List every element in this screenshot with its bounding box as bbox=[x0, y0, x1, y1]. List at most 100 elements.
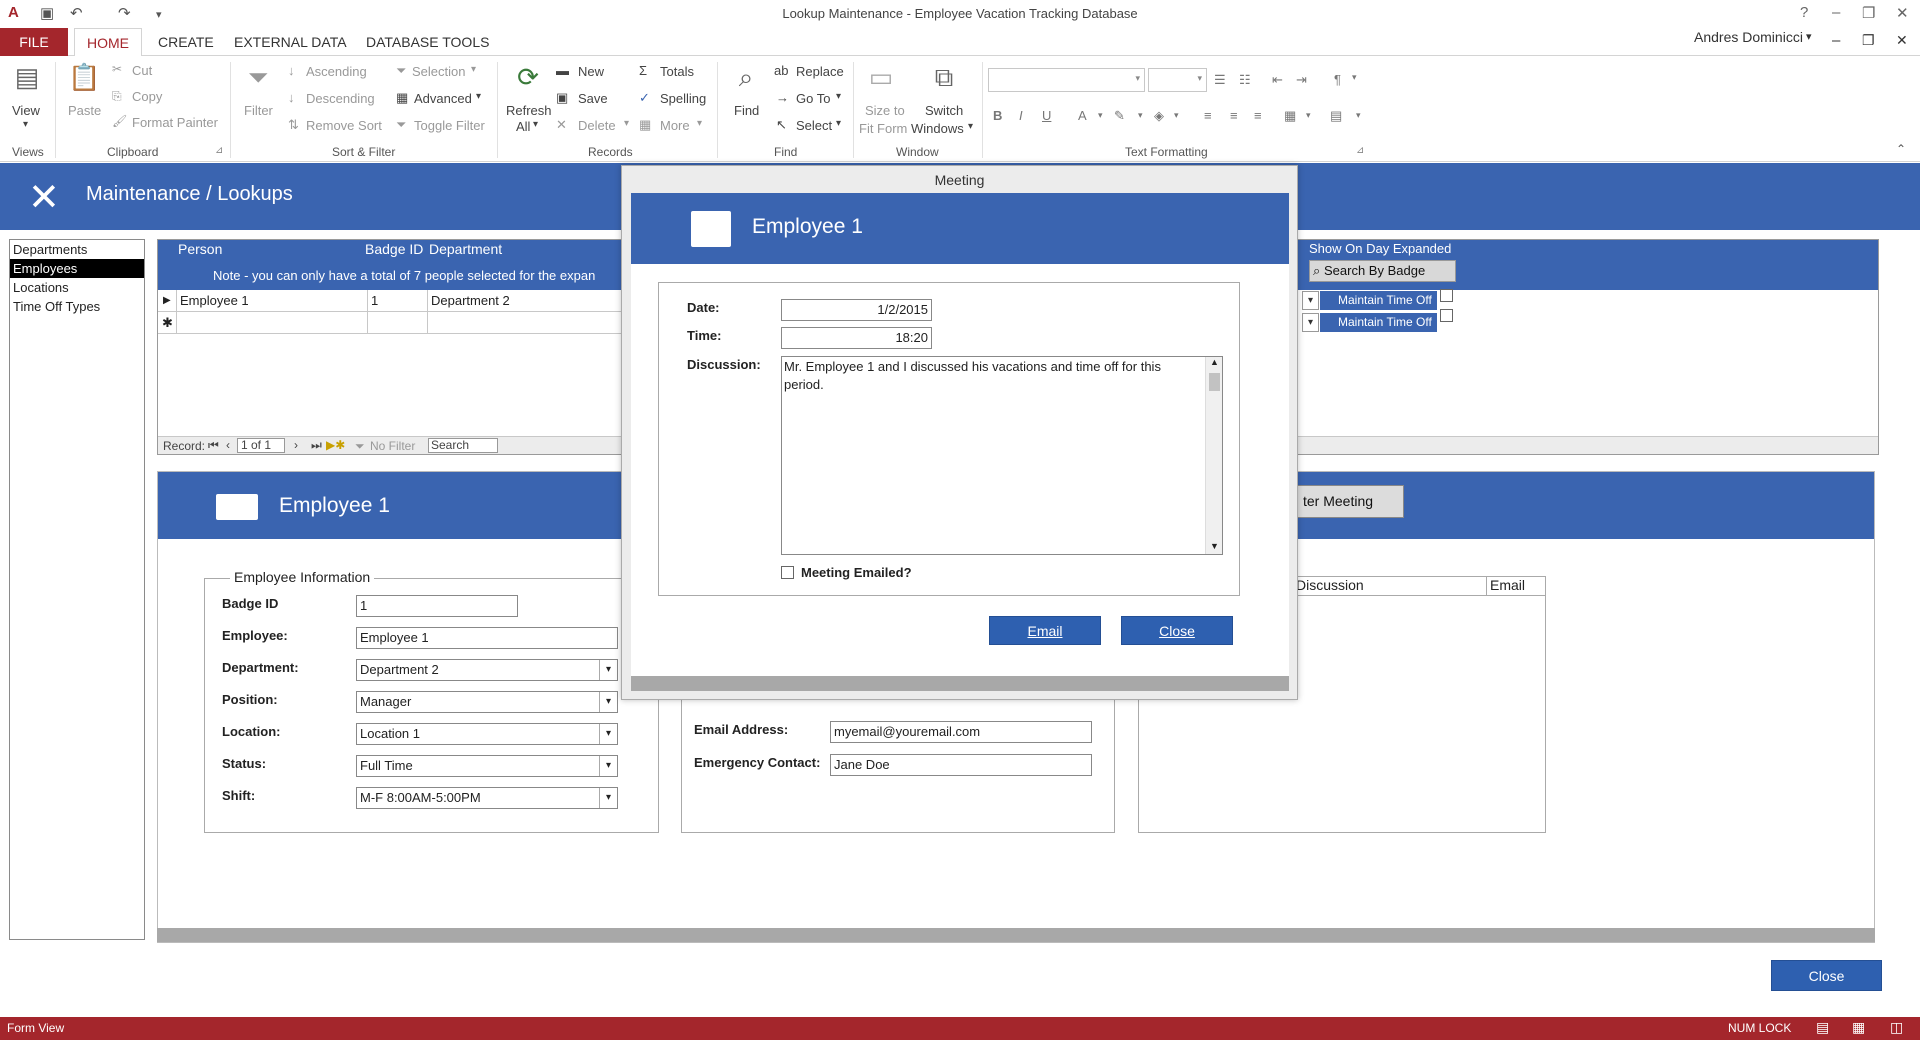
cell-badge[interactable]: 1 bbox=[368, 290, 428, 312]
more-dropdown-icon[interactable]: ▾ bbox=[697, 118, 702, 129]
highlight-dropdown-icon[interactable]: ▾ bbox=[1138, 110, 1143, 121]
fill-color-dropdown-icon[interactable]: ▾ bbox=[1174, 110, 1179, 121]
goto-dropdown-icon[interactable]: ▾ bbox=[836, 91, 841, 102]
minimize-icon[interactable]: – bbox=[1832, 4, 1840, 21]
doc-minimize-icon[interactable]: – bbox=[1832, 32, 1840, 49]
maintain-time-off-button[interactable]: Maintain Time Off bbox=[1320, 291, 1437, 310]
gridlines-dropdown-icon[interactable]: ▾ bbox=[1356, 110, 1361, 121]
copy-button[interactable]: Copy bbox=[132, 89, 162, 104]
delete-button[interactable]: Delete bbox=[578, 118, 616, 133]
cell-person[interactable]: Employee 1 bbox=[177, 290, 368, 312]
row-dropdown-icon[interactable]: ▾ bbox=[1302, 291, 1319, 310]
filter-button[interactable]: Filter bbox=[244, 103, 273, 118]
clipboard-launcher-icon[interactable]: ⊿ bbox=[215, 145, 223, 156]
status-select[interactable]: Full Time ▾ bbox=[356, 755, 618, 777]
refresh-all-dropdown-icon[interactable]: ▾ bbox=[533, 119, 538, 130]
tab-database-tools[interactable]: DATABASE TOOLS bbox=[354, 28, 501, 56]
font-color-button[interactable]: A bbox=[1078, 108, 1087, 123]
record-search-input[interactable]: Search bbox=[428, 438, 498, 453]
row-selector-icon[interactable]: ▶ bbox=[158, 290, 177, 312]
cell-person-new[interactable] bbox=[177, 312, 368, 334]
email-field[interactable]: myemail@youremail.com bbox=[830, 721, 1092, 743]
last-record-icon[interactable]: ⏭ bbox=[311, 438, 322, 453]
user-name[interactable]: Andres Dominicci bbox=[1694, 28, 1803, 46]
advanced-button[interactable]: Advanced bbox=[414, 91, 472, 106]
layout-view-icon[interactable]: ▦ bbox=[1852, 1019, 1865, 1036]
spelling-button[interactable]: Spelling bbox=[660, 91, 706, 106]
shift-select[interactable]: M-F 8:00AM-5:00PM ▾ bbox=[356, 787, 618, 809]
select-dropdown-icon[interactable]: ▾ bbox=[836, 118, 841, 129]
lookup-item-employees[interactable]: Employees bbox=[10, 259, 144, 278]
search-by-badge-button[interactable]: ⌕ Search By Badge bbox=[1309, 260, 1456, 282]
badge-id-field[interactable]: 1 bbox=[356, 595, 518, 617]
employee-name-field[interactable]: Employee 1 bbox=[356, 627, 618, 649]
no-filter-button[interactable]: No Filter bbox=[370, 439, 415, 453]
select-button[interactable]: Select bbox=[796, 118, 832, 133]
tab-external-data[interactable]: EXTERNAL DATA bbox=[222, 28, 359, 56]
paragraph-direction-dropdown-icon[interactable]: ▾ bbox=[1352, 72, 1357, 83]
cut-button[interactable]: Cut bbox=[132, 63, 152, 78]
more-button[interactable]: More bbox=[660, 118, 690, 133]
scroll-down-icon[interactable]: ▼ bbox=[1210, 541, 1219, 551]
row-dropdown-icon[interactable]: ▾ bbox=[1302, 313, 1319, 332]
highlight-icon[interactable]: ✎ bbox=[1114, 108, 1125, 124]
show-on-day-checkbox[interactable] bbox=[1440, 309, 1453, 322]
cell-badge-new[interactable] bbox=[368, 312, 428, 334]
find-button[interactable]: Find bbox=[734, 103, 759, 118]
advanced-dropdown-icon[interactable]: ▾ bbox=[476, 91, 481, 102]
next-record-icon[interactable]: › bbox=[294, 438, 298, 452]
paste-button[interactable]: Paste bbox=[68, 103, 101, 118]
close-form-button[interactable]: Close bbox=[1771, 960, 1882, 991]
bold-button[interactable]: B bbox=[993, 108, 1002, 123]
tab-file[interactable]: FILE bbox=[0, 28, 68, 56]
font-size-select[interactable]: ▾ bbox=[1148, 68, 1207, 92]
record-position[interactable]: 1 of 1 bbox=[237, 438, 285, 453]
underline-button[interactable]: U bbox=[1042, 108, 1051, 123]
align-center-icon[interactable]: ≡ bbox=[1230, 108, 1238, 123]
restore-icon[interactable]: ❐ bbox=[1862, 4, 1875, 22]
descending-button[interactable]: Descending bbox=[306, 91, 375, 106]
help-icon[interactable]: ? bbox=[1800, 4, 1808, 21]
indent-icon[interactable]: ⇥ bbox=[1296, 72, 1307, 88]
font-name-select[interactable]: ▾ bbox=[988, 68, 1145, 92]
new-record-button[interactable]: New bbox=[578, 64, 604, 79]
department-select[interactable]: Department 2 ▾ bbox=[356, 659, 618, 681]
paragraph-direction-icon[interactable]: ¶ bbox=[1334, 72, 1341, 87]
collapse-ribbon-icon[interactable]: ⌃ bbox=[1896, 142, 1906, 156]
format-painter-button[interactable]: Format Painter bbox=[132, 115, 218, 130]
text-formatting-launcher-icon[interactable]: ⊿ bbox=[1356, 145, 1364, 156]
fill-color-icon[interactable]: ◈ bbox=[1154, 108, 1164, 124]
size-to-fit-form-button[interactable]: Size to bbox=[865, 103, 905, 118]
email-button[interactable]: Email bbox=[989, 616, 1101, 645]
bullets-icon[interactable]: ☰ bbox=[1214, 72, 1226, 88]
time-field[interactable]: 18:20 bbox=[781, 327, 932, 349]
outdent-icon[interactable]: ⇤ bbox=[1272, 72, 1283, 88]
meeting-emailed-checkbox[interactable] bbox=[781, 566, 794, 579]
alternate-row-color-dropdown-icon[interactable]: ▾ bbox=[1306, 110, 1311, 121]
alternate-row-color-icon[interactable]: ▦ bbox=[1284, 108, 1296, 124]
totals-button[interactable]: Totals bbox=[660, 64, 694, 79]
scroll-thumb[interactable] bbox=[1209, 373, 1220, 391]
tab-create[interactable]: CREATE bbox=[146, 28, 226, 56]
scroll-up-icon[interactable]: ▲ bbox=[1210, 357, 1219, 367]
selection-button[interactable]: Selection bbox=[412, 64, 465, 79]
dialog-close-button[interactable]: Close bbox=[1121, 616, 1233, 645]
doc-restore-icon[interactable]: ❐ bbox=[1862, 32, 1875, 49]
view-dropdown-icon[interactable]: ▾ bbox=[23, 119, 28, 130]
lookup-item-time-off-types[interactable]: Time Off Types bbox=[10, 297, 144, 316]
close-window-icon[interactable]: ✕ bbox=[1896, 4, 1909, 22]
italic-button[interactable]: I bbox=[1019, 108, 1023, 123]
date-field[interactable]: 1/2/2015 bbox=[781, 299, 932, 321]
selection-dropdown-icon[interactable]: ▾ bbox=[471, 64, 476, 75]
goto-button[interactable]: Go To bbox=[796, 91, 830, 106]
location-select[interactable]: Location 1 ▾ bbox=[356, 723, 618, 745]
gridlines-icon[interactable]: ▤ bbox=[1330, 108, 1342, 124]
numbering-icon[interactable]: ☷ bbox=[1239, 72, 1251, 88]
replace-button[interactable]: Replace bbox=[796, 64, 844, 79]
delete-dropdown-icon[interactable]: ▾ bbox=[624, 118, 629, 129]
switch-windows-button[interactable]: Switch bbox=[925, 103, 963, 118]
new-record-nav-icon[interactable]: ▶✱ bbox=[326, 438, 345, 452]
lookup-item-departments[interactable]: Departments bbox=[10, 240, 144, 259]
design-view-icon[interactable]: ◫ bbox=[1890, 1019, 1903, 1036]
prev-record-icon[interactable]: ‹ bbox=[226, 438, 230, 452]
